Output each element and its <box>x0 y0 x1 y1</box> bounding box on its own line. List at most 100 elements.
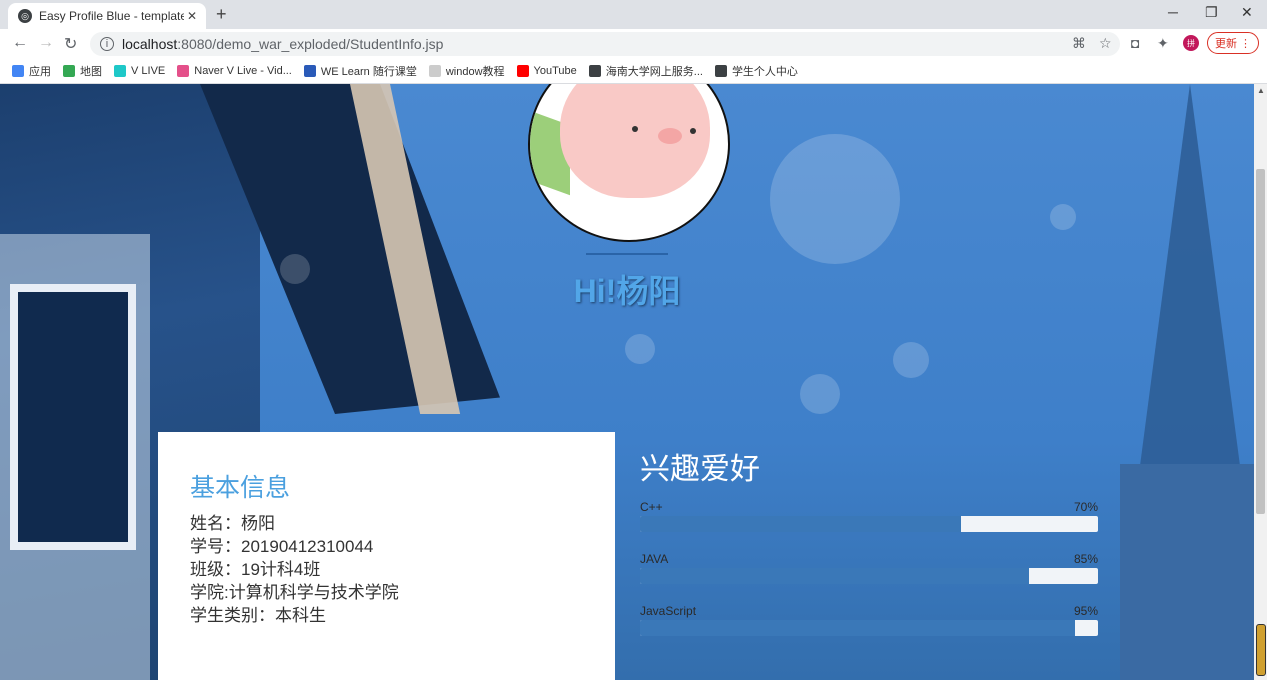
reload-icon[interactable]: ↻ <box>64 34 77 54</box>
bookmark-item[interactable]: window教程 <box>428 63 505 79</box>
bookmark-favicon-icon <box>63 65 75 77</box>
hobbies-title: 兴趣爱好 <box>640 453 760 486</box>
tab-strip: ◎ Easy Profile Blue - templatemo ✕ + ─ ❐… <box>0 0 1267 29</box>
pig-nose <box>658 128 682 144</box>
update-label: 更新 <box>1214 38 1237 50</box>
pig-eye <box>690 128 696 134</box>
update-button[interactable]: 更新 ⋮ <box>1207 32 1259 54</box>
skill-progress-fill <box>640 516 961 532</box>
bookmark-favicon-icon <box>516 65 529 77</box>
pig-illustration <box>560 84 710 198</box>
bookmarks-bar: 应用 地图 V LIVE Naver V Live - Vid... WE Learn … <box>0 59 1267 84</box>
profile-divider <box>586 253 668 255</box>
new-tab-button[interactable]: + <box>216 4 227 25</box>
skill-percent: 70% <box>1073 500 1098 514</box>
page-background: Hi!杨阳 基本信息 姓名：杨阳 学号：20190412310044 班级：19… <box>0 84 1254 680</box>
profile-avatar[interactable]: 拼 <box>1183 35 1199 51</box>
bookmark-item[interactable]: 地图 <box>63 63 102 79</box>
bokeh <box>770 134 900 264</box>
skill-progress-fill <box>640 568 1030 584</box>
address-bar[interactable]: i localhost:8080/demo_war_exploded/Stude… <box>90 32 1120 56</box>
bookmark-label: Naver V Live - Vid... <box>194 65 292 77</box>
extensions-icon[interactable]: ✦ <box>1157 35 1169 52</box>
info-college: 学院:计算机科学与技术学院 <box>190 583 399 602</box>
info-student-id: 学号：20190412310044 <box>190 537 374 556</box>
profile-picture <box>528 84 730 242</box>
bookmark-item[interactable]: WE Learn 随行课堂 <box>303 63 417 79</box>
skill-item: JAVA 85% <box>640 552 1098 584</box>
bookmark-label: 地图 <box>80 66 102 78</box>
translate-icon[interactable]: ⌘ <box>1072 35 1086 52</box>
scrollbar-thumb[interactable] <box>1256 169 1265 514</box>
bookmark-favicon-icon <box>12 65 24 77</box>
globe-icon: ◎ <box>18 9 32 23</box>
skill-percent: 85% <box>1073 552 1098 566</box>
close-window-icon[interactable]: ✕ <box>1241 4 1253 21</box>
bookmark-label: 应用 <box>29 66 51 78</box>
url-host: localhost <box>122 36 178 52</box>
skill-progress-bar <box>640 568 1098 584</box>
bookmark-item[interactable]: 应用 <box>12 63 51 79</box>
background-tower <box>1120 464 1254 680</box>
info-class: 班级：19计科4班 <box>190 560 321 579</box>
skill-progress-fill <box>640 620 1076 636</box>
skill-item: JavaScript 95% <box>640 604 1098 636</box>
basic-info-lines: 姓名：杨阳 学号：20190412310044 班级：19计科4班 学院:计算机… <box>190 512 399 627</box>
bookmark-favicon-icon <box>177 65 190 77</box>
bookmark-favicon-icon <box>588 65 601 77</box>
page-scrollbar[interactable]: ▲ <box>1254 84 1267 680</box>
bookmark-label: window教程 <box>445 66 505 78</box>
bokeh <box>800 374 840 414</box>
skill-name: C++ <box>640 500 663 514</box>
background-spire <box>1135 84 1245 504</box>
toolbar: ← → ↻ i localhost:8080/demo_war_exploded… <box>0 29 1267 59</box>
bookmark-favicon-icon <box>303 65 316 77</box>
bokeh <box>625 334 655 364</box>
bookmark-item[interactable]: Naver V Live - Vid... <box>177 65 292 77</box>
greeting-heading: Hi!杨阳 <box>573 273 681 309</box>
url-path: :8080/demo_war_exploded/StudentInfo.jsp <box>177 36 444 52</box>
skill-name: JavaScript <box>640 604 697 618</box>
bookmark-label: 海南大学网上服务... <box>605 66 703 78</box>
skill-item: C++ 70% <box>640 500 1098 532</box>
bookmark-item[interactable]: 学生个人中心 <box>714 63 798 79</box>
skill-row: JavaScript 95% <box>640 604 1098 620</box>
minimize-icon[interactable]: ─ <box>1168 4 1178 20</box>
bookmark-label: WE Learn 随行课堂 <box>320 66 417 78</box>
back-icon[interactable]: ← <box>12 34 28 52</box>
info-type: 学生类别：本科生 <box>190 606 326 625</box>
skill-progress-bar <box>640 620 1098 636</box>
skill-row: C++ 70% <box>640 500 1098 516</box>
bookmark-item[interactable]: V LIVE <box>114 65 165 77</box>
resize-handle[interactable] <box>1256 624 1266 676</box>
bokeh <box>280 254 310 284</box>
bookmark-label: YouTube <box>533 65 577 77</box>
skill-row: JAVA 85% <box>640 552 1098 568</box>
background-window <box>10 284 136 550</box>
bookmark-label: 学生个人中心 <box>731 66 798 78</box>
tab-title: Easy Profile Blue - templatemo <box>39 9 184 23</box>
bookmark-item[interactable]: 海南大学网上服务... <box>588 63 703 79</box>
bookmark-item[interactable]: YouTube <box>516 65 577 77</box>
basic-info-card: 基本信息 姓名：杨阳 学号：20190412310044 班级：19计科4班 学… <box>158 432 615 680</box>
bookmark-favicon-icon <box>714 65 727 77</box>
skill-percent: 95% <box>1073 604 1098 618</box>
skill-name: JAVA <box>640 552 669 566</box>
info-icon[interactable]: i <box>100 37 114 51</box>
bookmark-star-icon[interactable]: ☆ <box>1099 35 1112 52</box>
pocket-icon[interactable]: ◘ <box>1131 35 1139 51</box>
scroll-up-icon[interactable]: ▲ <box>1257 86 1265 95</box>
basic-info-title: 基本信息 <box>190 474 291 502</box>
skill-progress-bar <box>640 516 1098 532</box>
bookmark-favicon-icon <box>428 65 441 77</box>
info-name: 姓名：杨阳 <box>190 514 275 533</box>
pig-eye <box>632 126 638 132</box>
bokeh <box>893 342 929 378</box>
forward-icon[interactable]: → <box>38 34 54 52</box>
close-tab-icon[interactable]: ✕ <box>184 9 200 23</box>
restore-icon[interactable]: ❐ <box>1205 4 1218 21</box>
bookmark-favicon-icon <box>114 65 126 77</box>
bookmark-label: V LIVE <box>131 65 166 77</box>
tab-active[interactable]: ◎ Easy Profile Blue - templatemo ✕ <box>8 3 206 29</box>
bokeh <box>1050 204 1076 230</box>
